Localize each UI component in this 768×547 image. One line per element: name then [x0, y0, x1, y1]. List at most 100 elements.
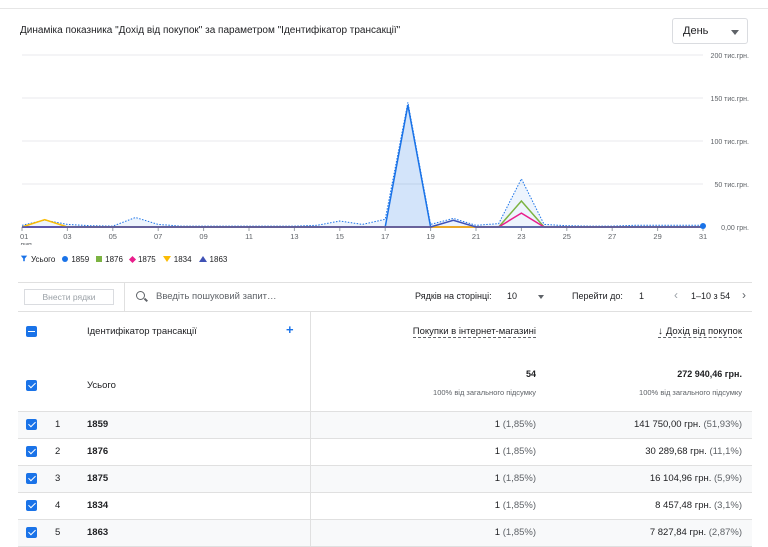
metric2-header[interactable]: ↓ Дохід від покупок: [657, 326, 742, 338]
x-axis-ticks: 01 03 05 07 09 11 13 15 17 19 21 23 25 27 29 31 лип.: [20, 227, 707, 245]
metric2-cell: 7 827,84 грн. (2,87%): [650, 527, 742, 538]
row-checkbox[interactable]: [26, 446, 37, 457]
metric1-cell: 1 (1,85%): [495, 527, 536, 538]
y-axis-ticks: 200 тис.грн. 150 тис.грн. 100 тис.грн. 50 т…: [711, 53, 750, 232]
y-tick-label: 100 тис.грн.: [711, 139, 749, 146]
legend-label: 1834: [173, 254, 192, 264]
series-line-1859: [22, 104, 703, 228]
series-area: [22, 102, 703, 227]
metric1-cell: 1 (1,85%): [495, 419, 536, 430]
metric2-value: 16 104,96 грн.: [649, 473, 712, 484]
x-tick-label: 01: [20, 232, 28, 241]
x-tick-label: 13: [290, 232, 298, 241]
metric1-header[interactable]: Покупки в інтернет-магазині: [412, 326, 536, 338]
column-divider: [310, 352, 311, 411]
diamond-icon: [128, 255, 136, 263]
transaction-id: 1876: [87, 446, 109, 457]
totals-metric2: 272 940,46 грн.: [677, 369, 742, 379]
x-tick-label: 11: [245, 232, 253, 241]
table-toolbar: Внести рядки Введіть пошуковий запит… Ря…: [18, 282, 752, 312]
metric1-pct: (1,85%): [502, 446, 536, 457]
series-end-marker: [700, 223, 706, 229]
select-all-checkbox[interactable]: [26, 326, 37, 337]
metric1-cell: 1 (1,85%): [495, 446, 536, 457]
row-checkbox[interactable]: [26, 473, 37, 484]
metric2-cell: 30 289,68 грн. (11,1%): [645, 446, 742, 457]
chevron-down-icon[interactable]: [538, 295, 544, 299]
metric2-cell: 16 104,96 грн. (5,9%): [650, 473, 742, 484]
metric2-value: 7 827,84 грн.: [649, 527, 707, 538]
totals-metric1-sub: 100% від загального підсумку: [433, 388, 536, 397]
metric1-pct: (1,85%): [502, 527, 536, 538]
table-row: 3 1875 1 (1,85%) 16 104,96 грн. (5,9%): [18, 466, 752, 493]
metric2-pct: (51,93%): [703, 419, 742, 430]
row-checkbox[interactable]: [26, 419, 37, 430]
column-divider: [310, 312, 311, 352]
totals-label: Усього: [87, 380, 116, 391]
totals-checkbox[interactable]: [26, 380, 37, 391]
table-row: 1 1859 1 (1,85%) 141 750,00 грн. (51,93%…: [18, 412, 752, 439]
x-tick-label: 19: [426, 232, 434, 241]
legend-item-1863[interactable]: 1863: [198, 255, 227, 264]
x-tick-label: 31: [699, 232, 707, 241]
rows-per-page-label: Рядків на сторінці:: [415, 291, 492, 301]
metric1-value: 1: [494, 527, 501, 538]
metric2-cell: 141 750,00 грн. (51,93%): [634, 419, 742, 430]
totals-metric2-sub: 100% від загального підсумку: [639, 388, 742, 397]
y-tick-label: 0,00 грн.: [721, 225, 749, 232]
column-divider: [310, 493, 311, 519]
metric1-pct: (1,85%): [502, 419, 536, 430]
y-tick-label: 50 тис.грн.: [714, 182, 749, 189]
x-tick-label: 23: [517, 232, 525, 241]
x-tick-label: 05: [109, 232, 117, 241]
square-icon: [96, 256, 103, 262]
legend-label: 1859: [71, 254, 90, 264]
totals-metric1: 54: [525, 369, 536, 379]
add-rows-button[interactable]: Внести рядки: [24, 289, 114, 305]
table-row: 5 1863 1 (1,85%) 7 827,84 грн. (2,87%): [18, 520, 752, 547]
legend-item-1875[interactable]: 1875: [128, 254, 156, 264]
goto-label: Перейти до:: [572, 291, 623, 301]
legend-label: 1875: [137, 254, 156, 264]
line-chart: 200 тис.грн. 150 тис.грн. 100 тис.грн. 50 т…: [20, 53, 750, 245]
transaction-id: 1859: [87, 419, 109, 430]
x-tick-label: 09: [199, 232, 207, 241]
rows-per-page-select[interactable]: 10: [507, 291, 517, 301]
add-dimension-icon[interactable]: +: [286, 322, 294, 337]
chevron-right-icon[interactable]: ›: [742, 288, 746, 302]
table-row: 2 1876 1 (1,85%) 30 289,68 грн. (11,1%): [18, 439, 752, 466]
transaction-id: 1875: [87, 473, 109, 484]
dimension-header[interactable]: Ідентифікатор трансакції: [87, 326, 197, 337]
x-tick-label: 15: [336, 232, 344, 241]
metric2-pct: (5,9%): [714, 473, 742, 484]
row-index: 5: [55, 527, 61, 538]
x-tick-label: 29: [653, 232, 661, 241]
legend-item-1859[interactable]: 1859: [62, 255, 89, 264]
chevron-left-icon[interactable]: ‹: [674, 288, 678, 302]
metric1-value: 1: [494, 419, 501, 430]
row-index: 1: [55, 419, 61, 430]
transaction-id: 1863: [87, 527, 109, 538]
metric2-pct: (11,1%): [709, 446, 742, 457]
metric2-value: 141 750,00 грн.: [633, 419, 701, 430]
x-tick-label: 27: [608, 232, 616, 241]
row-checkbox[interactable]: [26, 527, 37, 538]
column-divider: [310, 520, 311, 546]
divider: [124, 283, 125, 311]
arrow-down-icon: ↓: [657, 326, 663, 337]
legend-item-1834[interactable]: 1834: [162, 254, 192, 264]
legend-item-total[interactable]: Усього: [20, 254, 55, 264]
metric1-value: 1: [494, 473, 501, 484]
x-tick-label: 03: [63, 232, 71, 241]
column-divider: [310, 439, 311, 465]
column-divider: [310, 466, 311, 492]
search-input[interactable]: Введіть пошуковий запит…: [156, 291, 277, 302]
goto-input[interactable]: 1: [639, 291, 644, 301]
x-tick-label: 07: [154, 232, 162, 241]
table-row: 4 1834 1 (1,85%) 8 457,48 грн. (3,1%): [18, 493, 752, 520]
search-icon: [136, 291, 145, 300]
legend-item-1876[interactable]: 1876: [96, 255, 123, 264]
chart-grid: [22, 54, 703, 228]
metric2-pct: (2,87%): [708, 527, 742, 538]
chart-series: [21, 102, 706, 229]
